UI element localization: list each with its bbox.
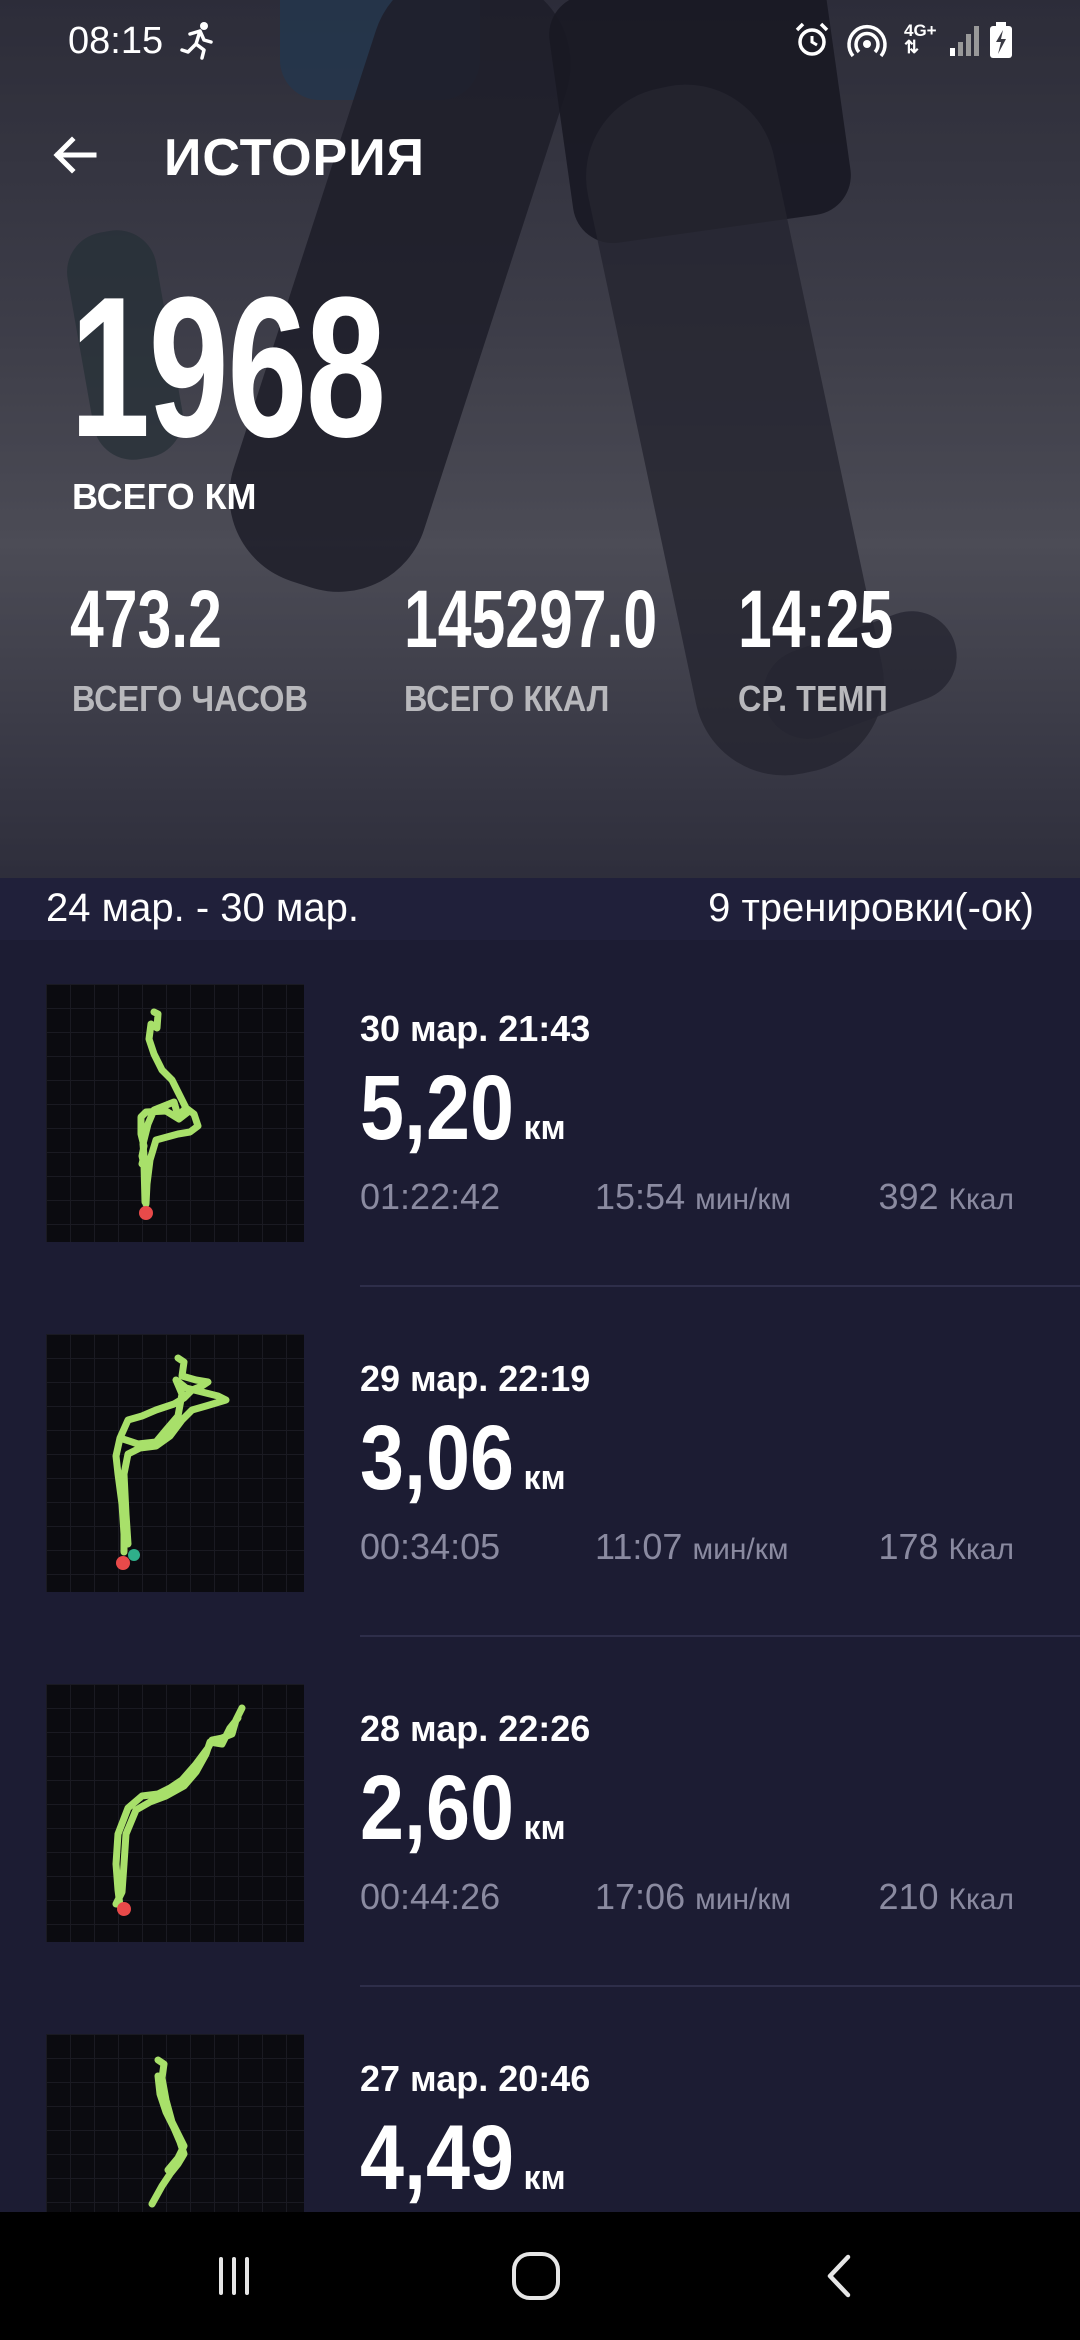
route-map-thumbnail xyxy=(46,2034,304,2212)
workout-pace: 11:07 мин/км xyxy=(595,1526,788,1568)
avg-pace-value: 14:25 xyxy=(738,574,894,665)
workout-distance-unit: км xyxy=(523,2159,566,2197)
workout-date: 29 мар. 22:19 xyxy=(360,1358,591,1399)
workout-distance-value: 3,06 xyxy=(360,1407,514,1509)
workout-pace-value: 11:07 xyxy=(595,1526,683,1567)
route-map-thumbnail xyxy=(46,1334,304,1592)
workout-item[interactable]: 30 мар. 21:43 5,20 км 01:22:42 15:54 мин… xyxy=(0,940,1080,1290)
week-workout-count: 9 тренировки(-ок) xyxy=(708,886,1034,930)
workout-date: 27 мар. 20:46 xyxy=(360,2058,591,2099)
workout-date: 28 мар. 22:26 xyxy=(360,1708,591,1749)
workout-distance: 3,06 км xyxy=(360,1406,566,1509)
back-button[interactable] xyxy=(40,120,110,190)
workout-distance-unit: км xyxy=(523,1809,566,1847)
system-nav-bar xyxy=(0,2212,1080,2340)
week-header: 24 мар. - 30 мар. 9 тренировки(-ок) xyxy=(0,878,1080,940)
workout-duration: 00:44:26 xyxy=(360,1876,501,1917)
divider xyxy=(360,1635,1080,1637)
workout-kcal-value: 210 xyxy=(878,1876,939,1917)
home-icon xyxy=(512,2252,560,2300)
workout-distance-value: 4,49 xyxy=(360,2107,514,2209)
workout-pace-unit: мин/км xyxy=(692,1533,789,1566)
hotspot-icon xyxy=(846,20,888,65)
workout-distance-value: 2,60 xyxy=(360,1757,514,1859)
workout-distance-value: 5,20 xyxy=(360,1057,514,1159)
total-kcal-label: ВСЕГО ККАЛ xyxy=(404,678,610,719)
workout-distance: 4,49 км xyxy=(360,2106,566,2209)
avg-pace-label: СР. ТЕМП xyxy=(738,678,888,719)
workout-kcal: 178 Ккал xyxy=(878,1526,1014,1568)
back-nav-button[interactable] xyxy=(740,2212,940,2340)
page-title: ИСТОРИЯ xyxy=(164,129,425,187)
workout-list[interactable]: 30 мар. 21:43 5,20 км 01:22:42 15:54 мин… xyxy=(0,940,1080,2212)
workout-kcal-unit: Ккал xyxy=(948,1533,1014,1566)
workout-kcal: 210 Ккал xyxy=(878,1876,1014,1918)
total-hours-value: 473.2 xyxy=(70,574,222,665)
back-icon xyxy=(827,2254,851,2298)
workout-kcal-unit: Ккал xyxy=(948,1183,1014,1216)
network-type: 4G+ ⇅ xyxy=(904,21,937,57)
running-icon xyxy=(178,20,218,65)
status-time: 08:15 xyxy=(68,20,164,62)
workout-pace-unit: мин/км xyxy=(695,1883,792,1916)
total-km-label: ВСЕГО КМ xyxy=(72,476,257,517)
workout-kcal-value: 178 xyxy=(878,1526,939,1567)
workout-duration: 00:34:05 xyxy=(360,1526,501,1567)
recent-apps-button[interactable] xyxy=(134,2212,334,2340)
workout-date: 30 мар. 21:43 xyxy=(360,1008,591,1049)
screen: 08:15 4G+ ⇅ ИСТОРИЯ 1968 ВСЕГО КМ 473.2 … xyxy=(0,0,1080,2340)
divider xyxy=(360,1985,1080,1987)
battery-charging-icon xyxy=(988,20,1014,65)
signal-icon xyxy=(948,20,980,65)
workout-kcal-unit: Ккал xyxy=(948,1883,1014,1916)
route-map-thumbnail xyxy=(46,984,304,1242)
workout-distance-unit: км xyxy=(523,1109,566,1147)
workout-distance: 2,60 км xyxy=(360,1756,566,1859)
divider xyxy=(360,1285,1080,1287)
workout-pace-value: 15:54 xyxy=(595,1176,686,1217)
hero-banner: 08:15 4G+ ⇅ ИСТОРИЯ 1968 ВСЕГО КМ 473.2 … xyxy=(0,0,1080,878)
workout-pace: 15:54 мин/км xyxy=(595,1176,791,1218)
workout-pace-unit: мин/км xyxy=(695,1183,792,1216)
route-map-thumbnail xyxy=(46,1684,304,1942)
alarm-icon xyxy=(792,20,832,65)
workout-kcal: 392 Ккал xyxy=(878,1176,1014,1218)
workout-distance: 5,20 км xyxy=(360,1056,566,1159)
arrow-left-icon xyxy=(53,136,97,174)
workout-pace-value: 17:06 xyxy=(595,1876,686,1917)
total-kcal-value: 145297.0 xyxy=(404,574,658,665)
total-km-value: 1968 xyxy=(70,256,386,479)
home-button[interactable] xyxy=(436,2212,636,2340)
workout-pace: 17:06 мин/км xyxy=(595,1876,791,1918)
workout-item[interactable]: 29 мар. 22:19 3,06 км 00:34:05 11:07 мин… xyxy=(0,1290,1080,1640)
status-bar: 08:15 4G+ ⇅ xyxy=(0,0,1080,84)
workout-item[interactable]: 27 мар. 20:46 4,49 км xyxy=(0,1990,1080,2212)
workout-kcal-value: 392 xyxy=(878,1176,939,1217)
week-range: 24 мар. - 30 мар. xyxy=(46,886,359,930)
total-hours-label: ВСЕГО ЧАСОВ xyxy=(72,678,308,719)
workout-distance-unit: км xyxy=(523,1459,566,1497)
workout-duration: 01:22:42 xyxy=(360,1176,501,1217)
recent-apps-icon xyxy=(219,2257,249,2295)
workout-item[interactable]: 28 мар. 22:26 2,60 км 00:44:26 17:06 мин… xyxy=(0,1640,1080,1990)
